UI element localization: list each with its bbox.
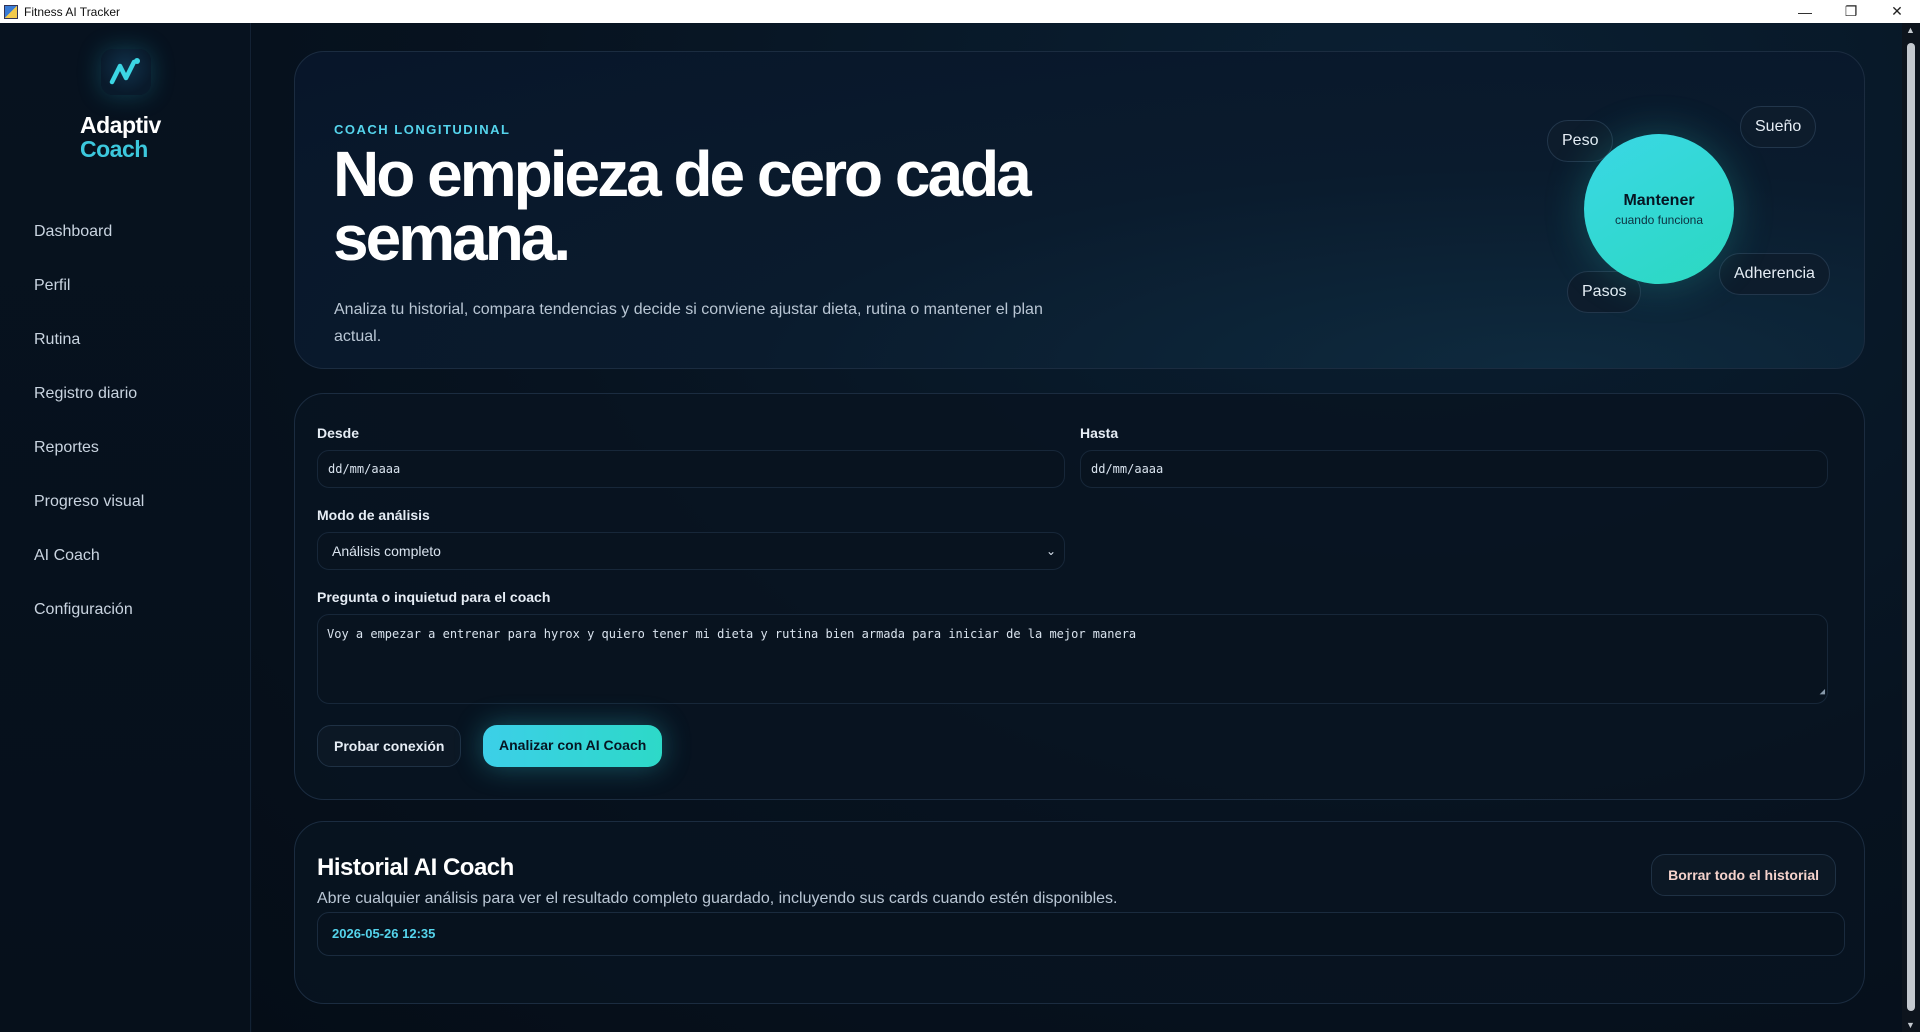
history-description: Abre cualquier análisis para ver el resu… (317, 890, 1118, 907)
to-date-input[interactable]: dd/mm/aaaa (1080, 450, 1828, 488)
scroll-up-icon[interactable]: ▲ (1906, 25, 1915, 35)
history-title: Historial AI Coach (317, 854, 514, 881)
hero-card: COACH LONGITUDINAL No empieza de cero ca… (294, 51, 1865, 369)
minimize-icon[interactable]: — (1782, 0, 1828, 23)
chevron-down-icon: ⌄ (1045, 544, 1056, 558)
mode-select-value: Análisis completo (332, 543, 441, 559)
brand-line2: Coach (80, 136, 148, 162)
brand-logo: Adaptiv Coach (80, 113, 190, 161)
hero-eyebrow: COACH LONGITUDINAL (334, 122, 511, 137)
scrollbar[interactable]: ▲ ▼ (1902, 23, 1920, 1032)
window-titlebar: Fitness AI Tracker — ❐ ✕ (0, 0, 1920, 23)
bubble-subtitle: cuando funciona (1614, 212, 1704, 227)
wave-logo-icon (101, 49, 151, 95)
chip-sueno: Sueño (1740, 106, 1817, 148)
sidebar-nav: Dashboard Perfil Rutina Registro diario … (34, 218, 144, 650)
close-icon[interactable]: ✕ (1874, 0, 1920, 23)
sidebar-item-progreso-visual[interactable]: Progreso visual (34, 488, 144, 542)
history-card: Historial AI Coach Abre cualquier anális… (294, 821, 1865, 1004)
sidebar-item-dashboard[interactable]: Dashboard (34, 218, 144, 272)
sidebar-item-configuracion[interactable]: Configuración (34, 596, 144, 650)
clear-history-button[interactable]: Borrar todo el historial (1651, 854, 1836, 896)
mode-label: Modo de análisis (317, 507, 430, 523)
restore-icon[interactable]: ❐ (1828, 0, 1874, 23)
test-connection-button[interactable]: Probar conexión (317, 725, 462, 767)
bubble-title: Mantener (1623, 191, 1695, 209)
to-label: Hasta (1080, 425, 1119, 441)
sidebar-item-perfil[interactable]: Perfil (34, 272, 144, 326)
question-textarea[interactable]: Voy a empezar a entrenar para hyrox y qu… (317, 614, 1828, 704)
brand-line1: Adaptiv (80, 112, 161, 138)
question-label: Pregunta o inquietud para el coach (317, 589, 551, 605)
sidebar-item-reportes[interactable]: Reportes (34, 434, 144, 488)
sidebar-item-registro-diario[interactable]: Registro diario (34, 380, 144, 434)
mode-select[interactable]: Análisis completo ⌄ (317, 532, 1065, 570)
app-icon (4, 4, 18, 19)
question-text: Voy a empezar a entrenar para hyrox y qu… (327, 627, 1137, 641)
scroll-thumb[interactable] (1907, 43, 1915, 1011)
sidebar: Adaptiv Coach Dashboard Perfil Rutina Re… (0, 23, 251, 1032)
analysis-form: Desde dd/mm/aaaa Hasta dd/mm/aaaa Modo d… (294, 393, 1865, 800)
hero-description: Analiza tu historial, compara tendencias… (334, 301, 1043, 345)
hero-title: No empieza de cero cada semana. (333, 138, 1032, 274)
chip-adherencia: Adherencia (1719, 253, 1830, 295)
from-date-input[interactable]: dd/mm/aaaa (317, 450, 1065, 488)
main-content: COACH LONGITUDINAL No empieza de cero ca… (252, 23, 1902, 1032)
history-entry[interactable]: 2026-05-26 12:35 (317, 912, 1845, 956)
chip-peso: Peso (1547, 120, 1614, 162)
scroll-down-icon[interactable]: ▼ (1906, 1020, 1915, 1030)
sidebar-item-rutina[interactable]: Rutina (34, 326, 144, 380)
resize-handle-icon[interactable]: ◢ (1820, 683, 1825, 701)
from-label: Desde (317, 425, 360, 441)
sidebar-item-ai-coach[interactable]: AI Coach (34, 542, 144, 596)
window-title: Fitness AI Tracker (24, 4, 121, 19)
analyze-button[interactable]: Analizar con AI Coach (483, 725, 663, 767)
mantener-bubble: Mantener cuando funciona (1584, 134, 1734, 284)
